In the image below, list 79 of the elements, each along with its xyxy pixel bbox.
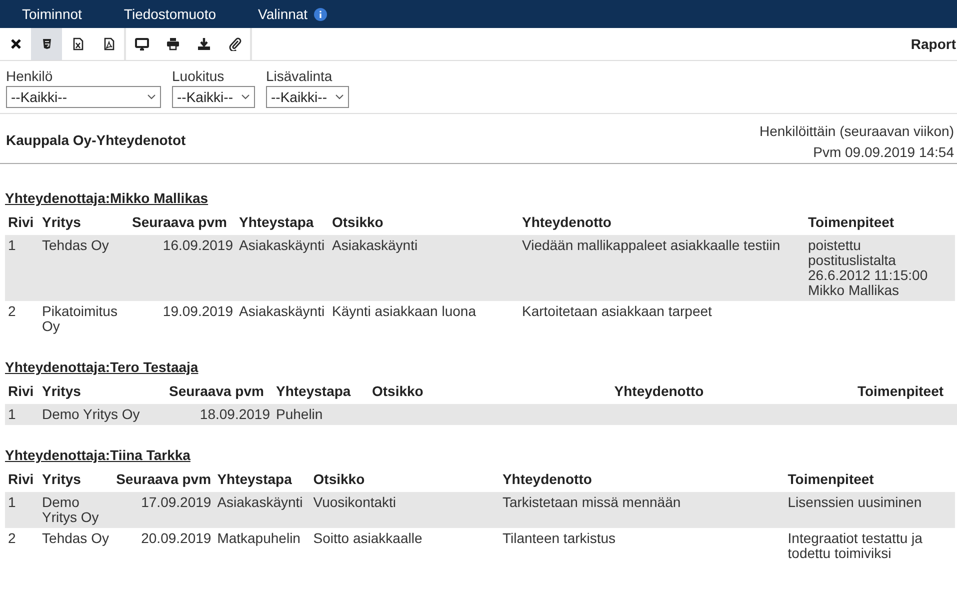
menu-item[interactable]: Toiminnot — [6, 6, 98, 22]
table-cell: 20.09.2019 — [141, 530, 212, 546]
table-cell: Asiakaskäynti — [239, 303, 325, 319]
group-heading: Yhteydenottaja:Tiina Tarkka — [5, 446, 190, 465]
column-header: Yhteydenotto — [499, 466, 785, 492]
download-icon — [196, 37, 210, 51]
attachment-icon — [228, 37, 242, 51]
table-cell: Tarkistetaan missä mennään — [502, 494, 681, 510]
filter-label: Lisävalinta — [266, 68, 334, 84]
report-label: Raport — [910, 36, 956, 52]
column-header: Seuraava pvm — [166, 378, 273, 404]
table-cell: Demo Yritys Oy — [42, 406, 140, 422]
table-cell: Matkapuhelin — [217, 530, 300, 546]
column-header: Yritys — [39, 209, 129, 235]
chevron-down-icon — [147, 94, 156, 100]
select-field[interactable]: --Kaikki-- — [6, 86, 161, 108]
table-cell: Demo Yritys Oy — [42, 494, 99, 525]
table-cell: 17.09.2019 — [141, 494, 212, 510]
menu-item[interactable]: Valinnat — [242, 6, 343, 22]
table-cell: 1 — [8, 237, 16, 253]
table-cell: Puhelin — [276, 406, 323, 422]
table-cell: 1 — [8, 494, 16, 510]
table-cell: Lisenssien uusiminen — [788, 494, 922, 510]
column-header: Seuraava pvm — [129, 209, 236, 235]
table-cell: 19.09.2019 — [162, 303, 233, 319]
table-cell: 2 — [8, 530, 16, 546]
filter-label: Henkilö — [6, 68, 54, 84]
table-cell: Pikatoimitus Oy — [42, 303, 118, 334]
table-cell: Tehdas Oy — [42, 530, 109, 546]
table-cell: 2 — [8, 303, 16, 319]
excel-file-icon — [70, 37, 84, 51]
chevron-down-icon — [335, 94, 344, 100]
column-header: Yhteystapa — [273, 378, 369, 404]
column-header: Yritys — [39, 378, 166, 404]
column-header: Rivi — [5, 466, 40, 492]
column-header: Yhteystapa — [214, 466, 310, 492]
table-cell: Tilanteen tarkistus — [502, 530, 616, 546]
pdf-file-icon — [102, 37, 116, 51]
table-cell: Asiakaskäynti — [332, 237, 418, 253]
monitor-icon — [134, 37, 148, 51]
close-icon — [8, 37, 22, 51]
select-field[interactable]: --Kaikki-- — [172, 86, 255, 108]
column-header: Toimenpiteet — [805, 209, 955, 235]
report-subtitle: Henkilöittäin (seuraavan viikon) — [759, 123, 954, 139]
column-header: Otsikko — [369, 378, 479, 404]
table-cell: 1 — [8, 406, 16, 422]
column-header: Rivi — [5, 209, 39, 235]
table-cell: Tehdas Oy — [42, 237, 109, 253]
table-cell: Viedään mallikappaleet asiakkaalle testiin — [522, 237, 780, 253]
html-file-button[interactable] — [31, 28, 62, 60]
column-header: Toimenpiteet — [784, 466, 955, 492]
table-cell: poistettu postituslistalta 26.6.2012 11:15:00 Mikko Mallikas — [808, 237, 928, 298]
print-icon — [166, 37, 180, 51]
column-header: Yhteydenotto — [479, 378, 839, 404]
column-header: Rivi — [5, 378, 39, 404]
column-header: Yritys — [39, 466, 114, 492]
table-cell: 16.09.2019 — [162, 237, 233, 253]
menu-item[interactable]: Tiedostomuoto — [108, 6, 232, 22]
select-field[interactable]: --Kaikki-- — [266, 86, 349, 108]
chevron-down-icon — [241, 94, 250, 100]
group-heading: Yhteydenottaja:Mikko Mallikas — [5, 189, 208, 208]
column-header: Otsikko — [310, 466, 500, 492]
column-header: Toimenpiteet — [839, 378, 957, 404]
table-cell: 18.09.2019 — [200, 406, 270, 422]
report-title: Kauppala Oy-Yhteydenotot — [6, 132, 186, 148]
column-header: Otsikko — [329, 209, 519, 235]
report-date: Pvm 09.09.2019 14:54 — [813, 144, 954, 160]
table-cell: Kartoitetaan asiakkaan tarpeet — [522, 303, 712, 319]
table-cell: Integraatiot testattu ja todettu toimiviksi — [788, 530, 922, 561]
table-cell: Asiakaskäynti — [217, 494, 303, 510]
table-cell: Soitto asiakkaalle — [313, 530, 422, 546]
column-header: Yhteydenotto — [519, 209, 805, 235]
table-cell: Asiakaskäynti — [239, 237, 325, 253]
table-cell: Vuosikontakti — [313, 494, 396, 510]
column-header: Yhteystapa — [236, 209, 329, 235]
column-header: Seuraava pvm — [113, 466, 214, 492]
filter-label: Luokitus — [172, 68, 226, 84]
group-heading: Yhteydenottaja:Tero Testaaja — [5, 358, 198, 377]
table-cell: Käynti asiakkaan luona — [332, 303, 476, 319]
